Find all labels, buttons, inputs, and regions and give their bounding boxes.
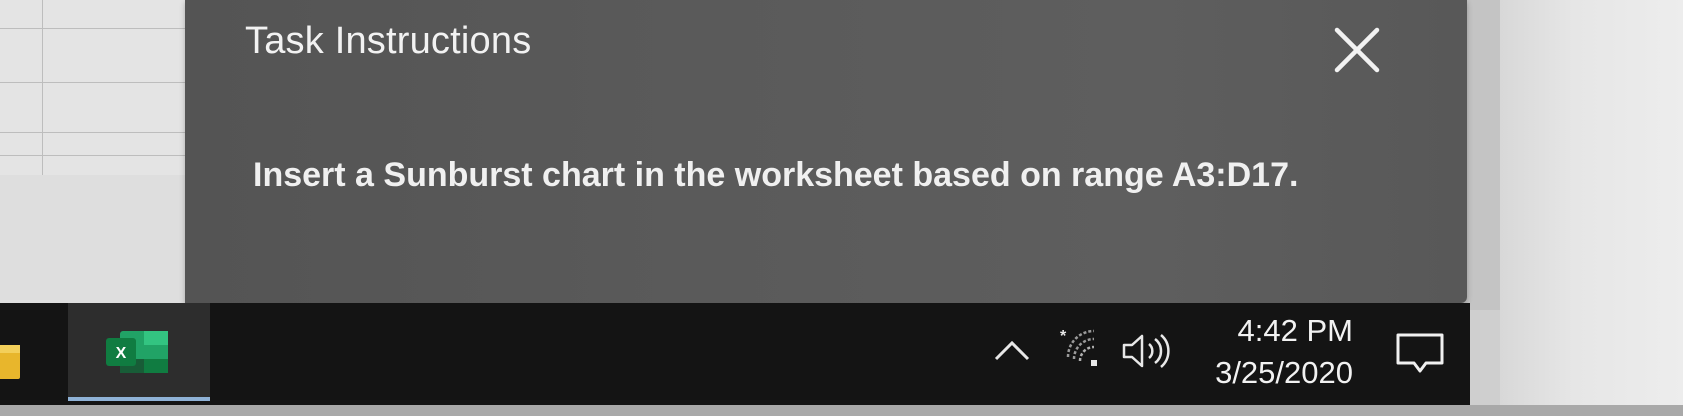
- notification-icon: [1396, 333, 1444, 373]
- chevron-up-icon: [994, 340, 1030, 361]
- network-button[interactable]: *: [1058, 327, 1106, 371]
- monitor-bottom-edge: [0, 405, 1683, 416]
- taskbar-excel-button[interactable]: X: [68, 303, 210, 401]
- clock-time: 4:42 PM: [1237, 313, 1353, 348]
- volume-icon: [1122, 334, 1170, 368]
- taskbar-clock[interactable]: 4:42 PM 3/25/2020: [1185, 307, 1375, 397]
- volume-button[interactable]: [1118, 331, 1178, 371]
- clock-date: 3/25/2020: [1215, 355, 1353, 390]
- action-center-button[interactable]: [1392, 329, 1448, 379]
- taskbar-file-explorer-button[interactable]: [0, 313, 30, 393]
- active-app-indicator: [68, 397, 210, 401]
- svg-text:X: X: [116, 345, 127, 362]
- show-hidden-icons-button[interactable]: [990, 335, 1034, 365]
- taskbar: X * 4:42 PM 3/25/2020: [0, 303, 1470, 405]
- close-icon: [1334, 27, 1380, 73]
- folder-icon: [0, 345, 20, 379]
- close-button[interactable]: [1327, 20, 1387, 80]
- dialog-title: Task Instructions: [245, 20, 532, 62]
- grid-line: [42, 0, 43, 175]
- svg-text:*: *: [1060, 328, 1067, 345]
- excel-icon: X: [106, 331, 168, 373]
- wifi-icon: *: [1060, 328, 1097, 366]
- task-instructions-dialog: Task Instructions Insert a Sunburst char…: [185, 0, 1467, 303]
- instruction-text: Insert a Sunburst chart in the worksheet…: [253, 156, 1299, 194]
- screen-bezel: [1500, 0, 1683, 416]
